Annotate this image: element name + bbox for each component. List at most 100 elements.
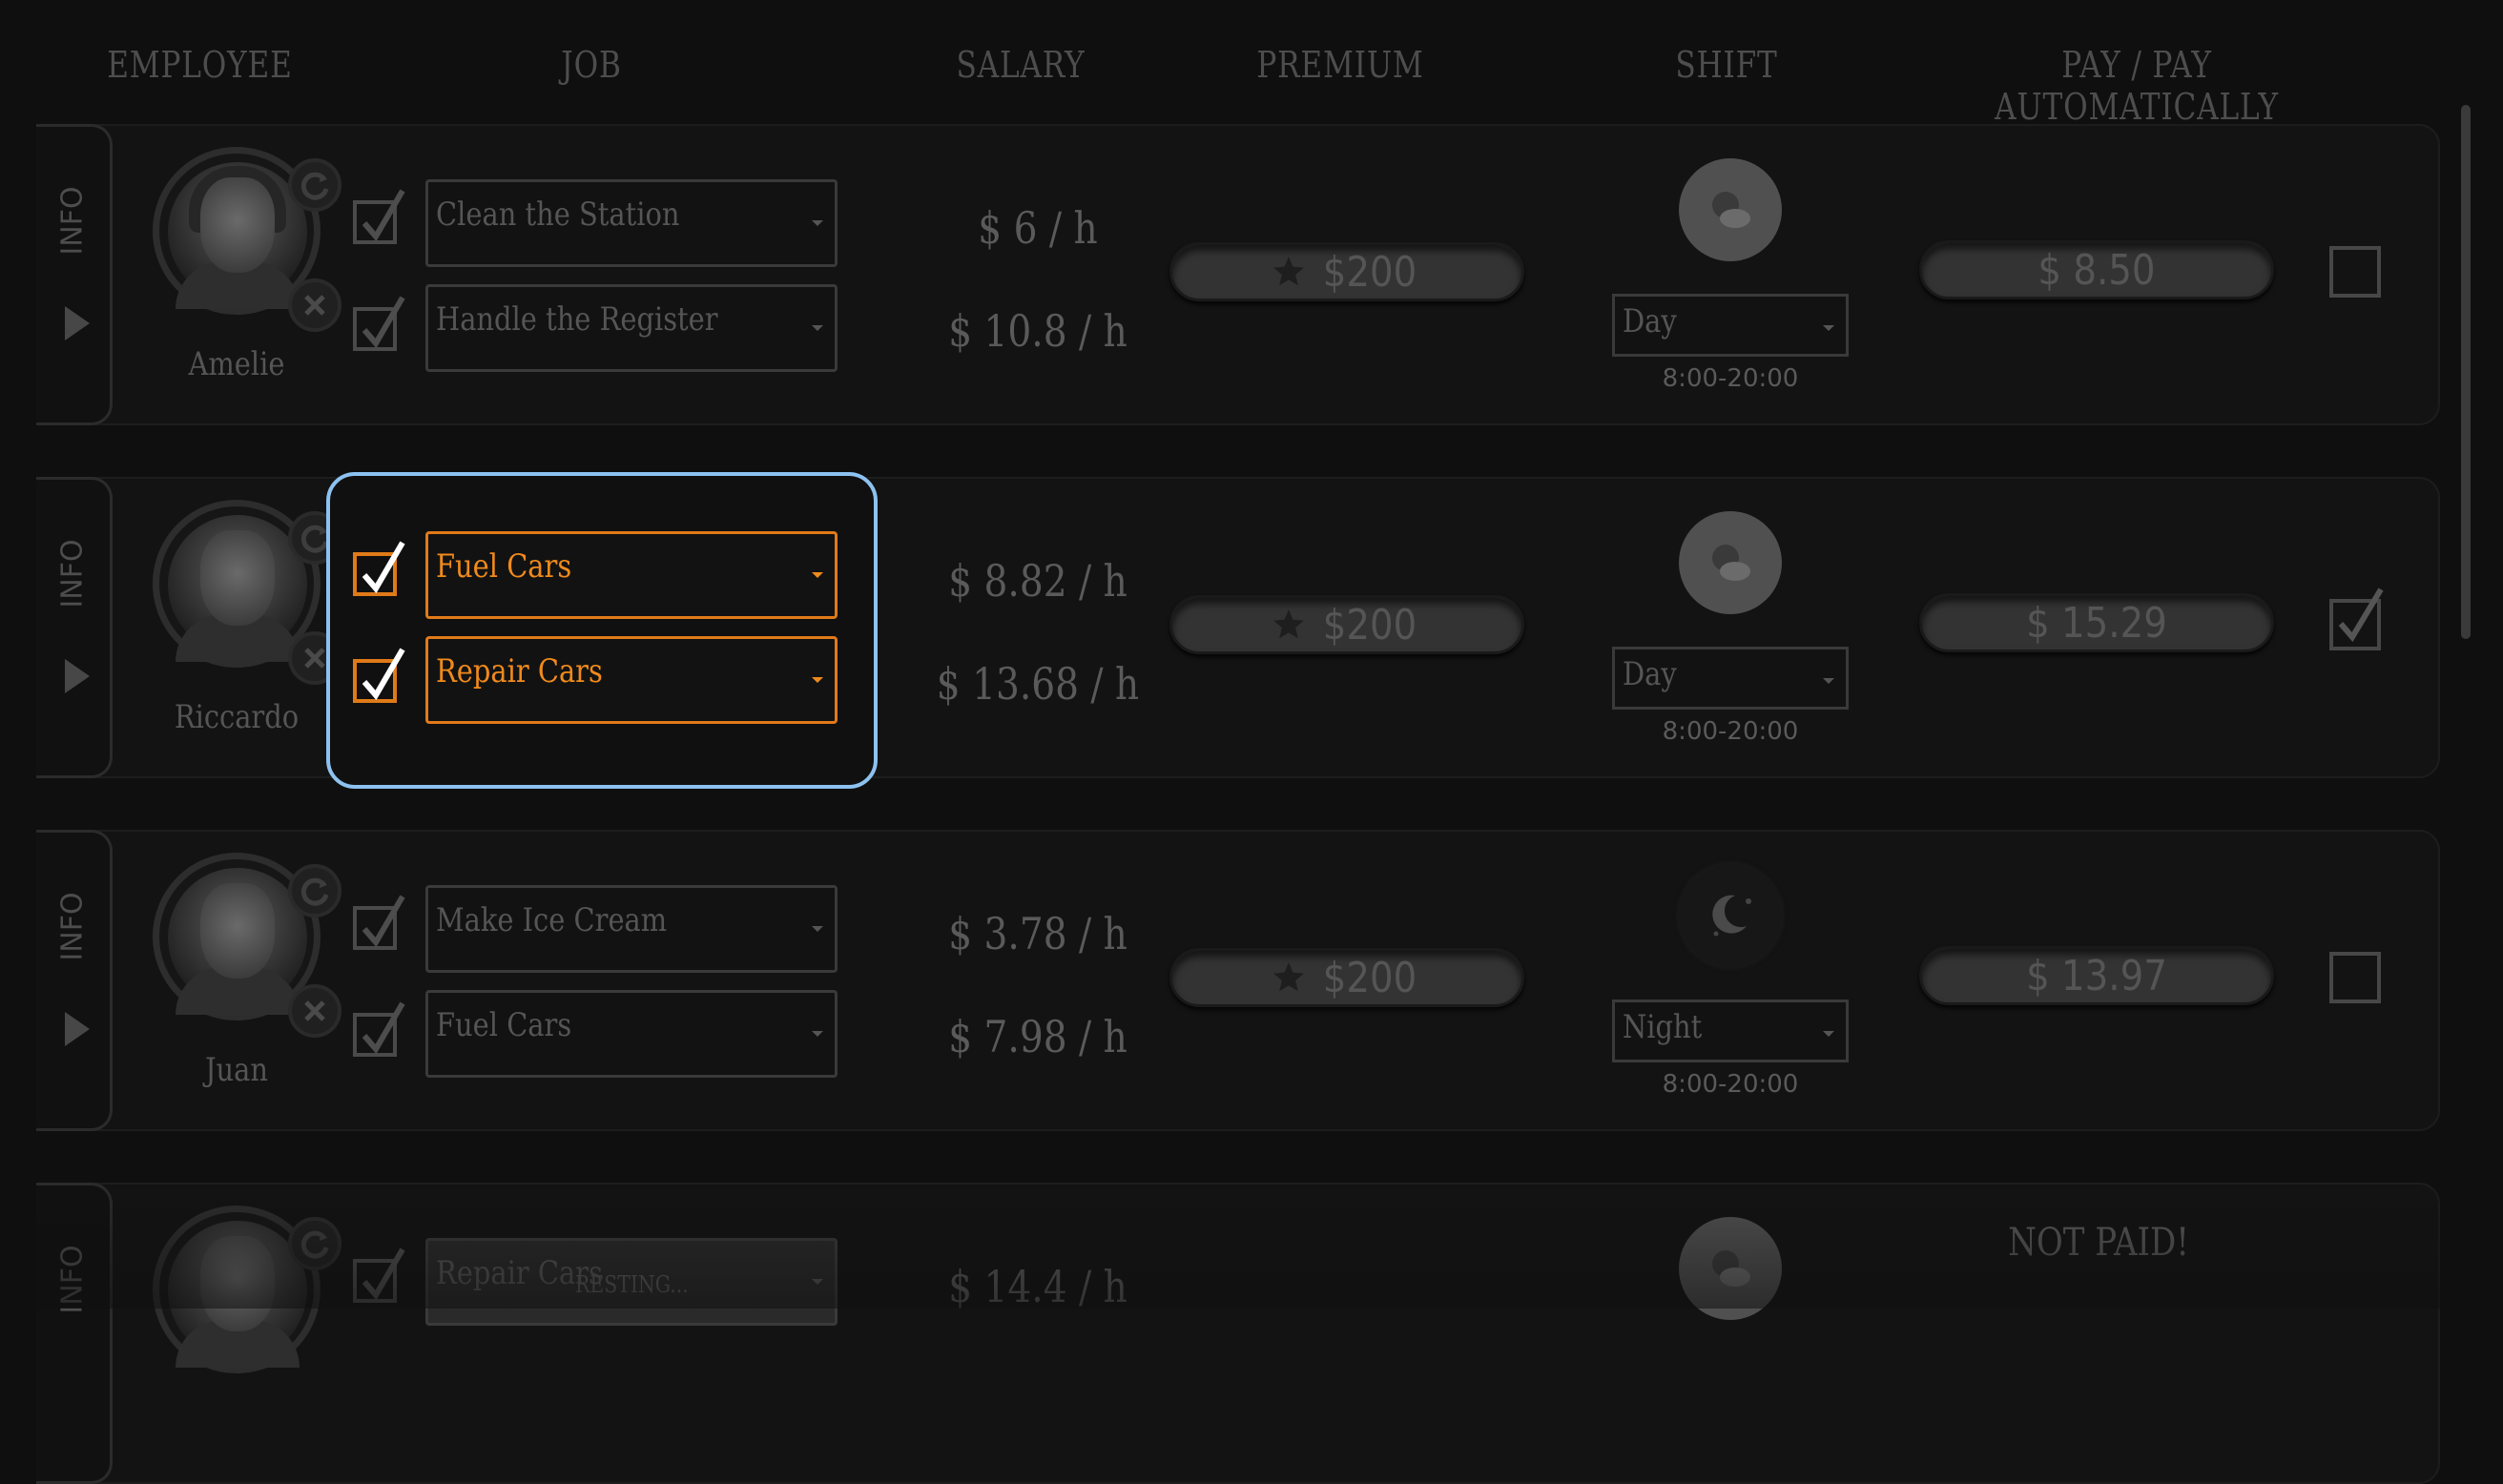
expand-arrow-icon bbox=[65, 1012, 90, 1046]
premium-button[interactable]: $200 bbox=[1169, 948, 1524, 1007]
star-icon bbox=[1273, 962, 1304, 992]
job-checkbox[interactable] bbox=[353, 541, 405, 596]
job-checkbox[interactable] bbox=[353, 296, 405, 351]
info-tab[interactable]: INFO bbox=[36, 124, 113, 425]
star-icon bbox=[1273, 257, 1304, 286]
refresh-icon bbox=[300, 1230, 329, 1259]
shift-dropdown[interactable]: Day bbox=[1612, 294, 1849, 357]
info-label: INFO bbox=[55, 185, 90, 256]
refresh-icon bbox=[300, 877, 329, 906]
job-checkbox[interactable] bbox=[353, 1247, 405, 1303]
avatar bbox=[168, 515, 307, 662]
info-label: INFO bbox=[55, 1244, 90, 1314]
employee-name: Juan bbox=[204, 1051, 269, 1089]
day-cloud-icon bbox=[1679, 1217, 1782, 1320]
header-shift: SHIFT bbox=[1675, 44, 1778, 86]
premium-button[interactable]: $200 bbox=[1169, 595, 1524, 654]
job-checkbox[interactable] bbox=[353, 1001, 405, 1057]
chevron-down-icon bbox=[812, 325, 823, 331]
pay-button[interactable]: $ 8.50 bbox=[1919, 240, 2274, 299]
scrollbar[interactable] bbox=[2461, 105, 2471, 639]
avatar bbox=[168, 162, 307, 309]
job-dropdown[interactable]: Clean the Station bbox=[425, 179, 838, 267]
refresh-icon bbox=[300, 172, 329, 200]
info-label: INFO bbox=[55, 891, 90, 961]
employee-name: Riccardo bbox=[174, 698, 300, 736]
premium-button[interactable]: $200 bbox=[1169, 242, 1524, 301]
salary-value: $ 3.78 / h bbox=[948, 908, 1127, 959]
moon-stars-icon bbox=[1679, 864, 1782, 967]
swap-employee-button[interactable] bbox=[288, 864, 341, 917]
chevron-down-icon bbox=[812, 1031, 823, 1037]
job-dropdown[interactable]: Repair Cars bbox=[425, 636, 838, 724]
header-premium: PREMIUM bbox=[1256, 44, 1424, 86]
expand-arrow-icon bbox=[65, 306, 90, 340]
chevron-down-icon bbox=[812, 926, 823, 932]
checkmark-icon bbox=[362, 189, 405, 242]
chevron-down-icon bbox=[812, 1279, 823, 1285]
header-employee: EMPLOYEE bbox=[107, 44, 293, 86]
salary-value: $ 7.98 / h bbox=[948, 1011, 1127, 1062]
checkmark-icon bbox=[362, 1001, 405, 1055]
chevron-down-icon bbox=[812, 572, 823, 578]
resting-status: RESTING... bbox=[575, 1271, 689, 1298]
job-dropdown[interactable]: Fuel Cars bbox=[425, 990, 838, 1078]
employee-row: INFO Juan Make Ice Cream Fuel Cars $ 3.7… bbox=[36, 830, 2440, 1131]
close-icon bbox=[304, 1000, 325, 1021]
swap-employee-button[interactable] bbox=[288, 158, 341, 212]
salary-value: $ 10.8 / h bbox=[948, 305, 1127, 357]
not-paid-status: NOT PAID! bbox=[2008, 1221, 2189, 1265]
checkmark-icon bbox=[362, 648, 405, 701]
fire-employee-button[interactable] bbox=[288, 984, 341, 1038]
job-checkbox[interactable] bbox=[353, 648, 405, 703]
job-checkbox[interactable] bbox=[353, 895, 405, 950]
salary-value: $ 6 / h bbox=[978, 202, 1098, 254]
header-job: JOB bbox=[561, 44, 622, 86]
job-dropdown[interactable]: Make Ice Cream bbox=[425, 885, 838, 973]
shift-dropdown[interactable]: Day bbox=[1612, 647, 1849, 710]
shift-dropdown[interactable]: Night bbox=[1612, 1000, 1849, 1062]
shift-hours: 8:00-20:00 bbox=[1662, 1070, 1799, 1099]
info-label: INFO bbox=[55, 538, 90, 608]
info-tab[interactable]: INFO bbox=[36, 477, 113, 778]
pay-automatically-checkbox[interactable] bbox=[2329, 952, 2381, 1003]
shift-hours: 8:00-20:00 bbox=[1662, 364, 1799, 393]
checkmark-icon bbox=[362, 1247, 405, 1301]
job-dropdown[interactable]: Repair Cars RESTING... bbox=[425, 1238, 838, 1326]
pay-automatically-checkbox[interactable] bbox=[2329, 246, 2381, 298]
fire-employee-button[interactable] bbox=[288, 278, 341, 332]
chevron-down-icon bbox=[812, 220, 823, 226]
header-pay: PAY / PAY AUTOMATICALLY bbox=[1995, 44, 2279, 128]
job-dropdown[interactable]: Fuel Cars bbox=[425, 531, 838, 619]
pay-automatically-checkbox[interactable] bbox=[2329, 587, 2384, 650]
employee-row: INFO Amelie Clean the Station Handle the… bbox=[36, 124, 2440, 425]
salary-value: $ 13.68 / h bbox=[936, 658, 1140, 710]
job-checkbox[interactable] bbox=[353, 189, 405, 244]
job-dropdown[interactable]: Handle the Register bbox=[425, 284, 838, 372]
chevron-down-icon bbox=[1823, 325, 1834, 331]
avatar bbox=[168, 868, 307, 1015]
salary-value: $ 14.4 / h bbox=[948, 1261, 1127, 1312]
avatar bbox=[168, 1221, 307, 1368]
swap-employee-button[interactable] bbox=[288, 1217, 341, 1270]
star-icon bbox=[1273, 609, 1304, 639]
close-icon bbox=[304, 295, 325, 316]
info-tab[interactable]: INFO bbox=[36, 1183, 113, 1484]
pay-button[interactable]: $ 15.29 bbox=[1919, 593, 2274, 652]
chevron-down-icon bbox=[1823, 1031, 1834, 1037]
shift-hours: 8:00-20:00 bbox=[1662, 717, 1799, 746]
day-cloud-icon bbox=[1679, 158, 1782, 261]
day-cloud-icon bbox=[1679, 511, 1782, 614]
info-tab[interactable]: INFO bbox=[36, 830, 113, 1131]
job-selection-highlight: Fuel Cars Repair Cars bbox=[326, 472, 878, 789]
checkmark-icon bbox=[362, 541, 405, 594]
checkmark-icon bbox=[2338, 587, 2384, 643]
chevron-down-icon bbox=[1823, 678, 1834, 684]
pay-button[interactable]: $ 13.97 bbox=[1919, 946, 2274, 1005]
salary-value: $ 8.82 / h bbox=[948, 555, 1127, 607]
header-salary: SALARY bbox=[956, 44, 1086, 86]
chevron-down-icon bbox=[812, 677, 823, 683]
checkmark-icon bbox=[362, 296, 405, 349]
employee-name: Amelie bbox=[188, 345, 285, 383]
expand-arrow-icon bbox=[65, 659, 90, 693]
